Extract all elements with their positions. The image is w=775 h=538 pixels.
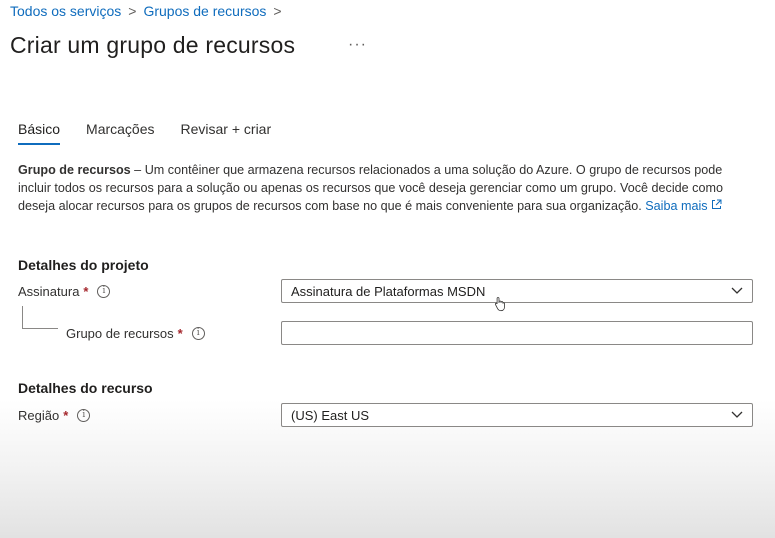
learn-more-link[interactable]: Saiba mais <box>645 198 722 213</box>
breadcrumb-separator: > <box>273 3 282 19</box>
chevron-down-icon <box>731 411 743 418</box>
resource-group-label: Grupo de recursos * i <box>66 326 205 341</box>
subscription-label-text: Assinatura <box>18 284 80 299</box>
breadcrumb-all-services-link[interactable]: Todos os serviços <box>10 3 121 19</box>
region-dropdown[interactable]: (US) East US <box>281 403 753 427</box>
page-title: Criar um grupo de recursos <box>10 32 296 58</box>
resource-group-label-text: Grupo de recursos <box>66 326 174 341</box>
required-indicator: * <box>83 284 89 299</box>
region-label: Região * i <box>18 408 91 423</box>
resource-details-heading: Detalhes do recurso <box>18 380 153 396</box>
region-value: (US) East US <box>291 407 370 423</box>
learn-more-label: Saiba mais <box>645 198 708 213</box>
info-icon[interactable]: i <box>191 327 205 340</box>
chevron-down-icon <box>731 287 743 294</box>
info-icon[interactable]: i <box>97 285 111 298</box>
subscription-dropdown[interactable]: Assinatura de Plataformas MSDN <box>281 279 753 303</box>
breadcrumb-separator: > <box>128 3 137 19</box>
project-details-heading: Detalhes do projeto <box>18 257 149 273</box>
tree-connector <box>22 306 58 329</box>
subscription-label: Assinatura * i <box>18 284 111 299</box>
breadcrumb-resource-groups-link[interactable]: Grupos de recursos <box>143 3 266 19</box>
description: Grupo de recursos – Um contêiner que arm… <box>18 162 753 215</box>
region-label-text: Região <box>18 408 60 423</box>
subscription-value: Assinatura de Plataformas MSDN <box>291 283 486 299</box>
tab-basics[interactable]: Básico <box>18 121 61 145</box>
info-icon[interactable]: i <box>77 409 91 422</box>
tab-review-create[interactable]: Revisar + criar <box>181 121 272 145</box>
more-options-icon[interactable]: ··· <box>348 36 367 54</box>
required-indicator: * <box>177 326 183 341</box>
hand-cursor-icon <box>494 297 505 312</box>
tab-bar: Básico Marcações Revisar + criar <box>18 121 297 145</box>
external-link-icon <box>711 199 722 209</box>
required-indicator: * <box>63 408 69 423</box>
description-term: Grupo de recursos <box>18 163 131 177</box>
tab-tags[interactable]: Marcações <box>86 121 154 145</box>
resource-group-input[interactable] <box>281 321 753 345</box>
breadcrumb: Todos os serviços > Grupos de recursos > <box>10 3 289 19</box>
